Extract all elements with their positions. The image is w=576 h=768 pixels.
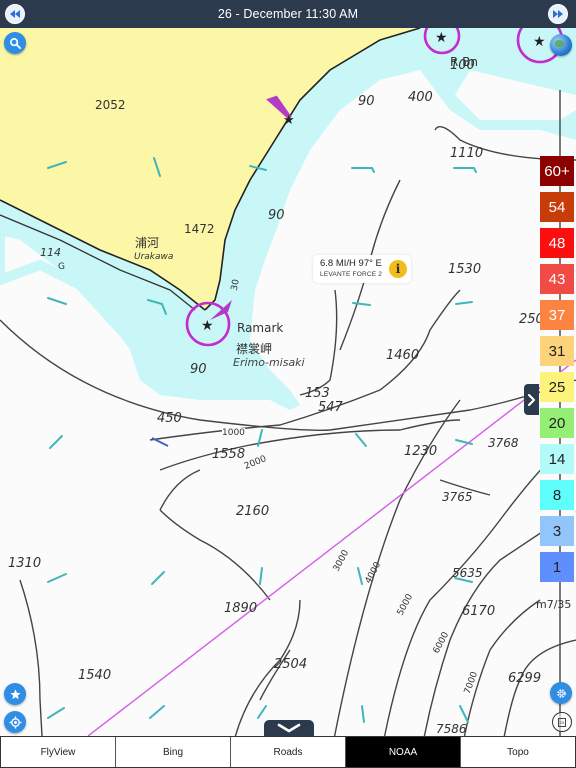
sounding-label: 2504: [274, 657, 308, 672]
legend-swatch: 60+: [540, 156, 574, 186]
sounding-label: 7586: [436, 722, 467, 736]
sounding-label: 1558: [212, 447, 246, 462]
sounding-label: 1540: [78, 668, 112, 683]
settings-button[interactable]: [550, 682, 572, 704]
sounding-label: 114: [40, 246, 61, 259]
legend-swatch: 37: [540, 300, 574, 330]
wind-speed-direction: 6.8 MI/H 97° E: [320, 258, 382, 269]
chevron-right-icon: [527, 393, 536, 406]
svg-text:★: ★: [435, 29, 448, 45]
sounding-label: 2160: [236, 504, 270, 519]
sounding-label: 2052: [95, 98, 126, 112]
legend-swatch: 14: [540, 444, 574, 474]
sounding-label: 153: [305, 386, 330, 401]
contour-label: 30: [229, 278, 242, 292]
nautical-chart-map[interactable]: ★ ★ ★ ★ 2052 1472 90 400 100 1110 90 114…: [0, 28, 576, 736]
sounding-label: G: [58, 262, 65, 272]
wind-description: LEVANTE FORCE 2: [320, 271, 383, 278]
locate-me-button[interactable]: [4, 711, 26, 733]
sounding-label: 1472: [184, 222, 215, 236]
drawer-toggle-button[interactable]: [264, 720, 314, 736]
chart-fragment-label: m7/35: [536, 598, 572, 611]
sounding-label: 1530: [448, 262, 482, 277]
sounding-label: 1310: [8, 556, 42, 571]
favorites-button[interactable]: [4, 683, 26, 705]
legend-swatch: 25: [540, 372, 574, 402]
sounding-label: 1110: [450, 146, 484, 161]
map-layer-tabs: FlyView Bing Roads NOAA Topo: [0, 736, 576, 768]
sounding-label: 3768: [488, 436, 519, 450]
place-name-en: Erimo-misaki: [233, 356, 305, 369]
star-icon: [9, 688, 21, 699]
chart-layer: ★ ★ ★ ★: [0, 28, 576, 736]
wind-speed-legend: 60+ 54 48 43 37 31 25 20 14 8 3 1: [540, 156, 574, 582]
sounding-label: 90: [358, 94, 375, 109]
sounding-label: 400: [408, 90, 433, 105]
sounding-label: 6299: [508, 671, 542, 686]
place-name-jp: 浦河: [135, 236, 160, 250]
radio-beacon-label: R Bn: [450, 55, 478, 69]
svg-text:★: ★: [201, 317, 214, 333]
search-button[interactable]: [4, 32, 26, 54]
place-name-en: Urakawa: [134, 252, 174, 262]
wind-info-popup[interactable]: 6.8 MI/H 97° E LEVANTE FORCE 2 i: [313, 255, 411, 283]
contour-label: 1000: [222, 428, 245, 438]
legend-swatch: 48: [540, 228, 574, 258]
sounding-label: 5635: [452, 566, 483, 580]
legend-toggle-button[interactable]: [524, 384, 539, 415]
ruler-icon: 2X: [558, 717, 566, 727]
tab-bing[interactable]: Bing: [115, 737, 230, 767]
svg-text:★: ★: [283, 112, 295, 127]
info-icon[interactable]: i: [389, 260, 407, 278]
app-root: 26 - December 11:30 AM ★ ★ ★ ★ 2052 1472…: [0, 0, 576, 768]
legend-swatch: 31: [540, 336, 574, 366]
tab-roads[interactable]: Roads: [230, 737, 345, 767]
legend-swatch: 3: [540, 516, 574, 546]
place-name-jp: 襟裳岬: [236, 342, 273, 356]
sounding-label: 1460: [386, 348, 420, 363]
time-header: 26 - December 11:30 AM: [0, 0, 576, 28]
sounding-label: 547: [318, 400, 343, 415]
legend-swatch: 8: [540, 480, 574, 510]
sounding-label: 90: [268, 208, 285, 223]
legend-swatch: 54: [540, 192, 574, 222]
tab-topo[interactable]: Topo: [460, 737, 576, 767]
legend-swatch: 1: [540, 552, 574, 582]
legend-swatch: 20: [540, 408, 574, 438]
next-time-button[interactable]: [548, 4, 568, 24]
tab-noaa[interactable]: NOAA: [345, 737, 460, 767]
sounding-label: 1230: [404, 444, 438, 459]
legend-swatch: 43: [540, 264, 574, 294]
ramark-label: Ramark: [237, 321, 284, 335]
gear-icon: [556, 688, 566, 698]
sounding-label: 90: [190, 362, 207, 377]
tab-flyview[interactable]: FlyView: [0, 737, 115, 767]
fast-forward-icon: [553, 10, 563, 18]
sounding-label: 450: [157, 411, 182, 426]
ruler-button[interactable]: 2X: [552, 712, 572, 732]
sounding-label: 1890: [224, 601, 258, 616]
globe-button[interactable]: [550, 34, 572, 56]
sounding-label: 3765: [442, 490, 473, 504]
svg-text:★: ★: [533, 33, 546, 49]
chevron-down-icon: [277, 723, 301, 733]
magnifier-icon: [9, 37, 21, 49]
sounding-label: 6170: [462, 604, 496, 619]
crosshair-icon: [8, 715, 22, 729]
forecast-datetime: 26 - December 11:30 AM: [217, 7, 359, 21]
